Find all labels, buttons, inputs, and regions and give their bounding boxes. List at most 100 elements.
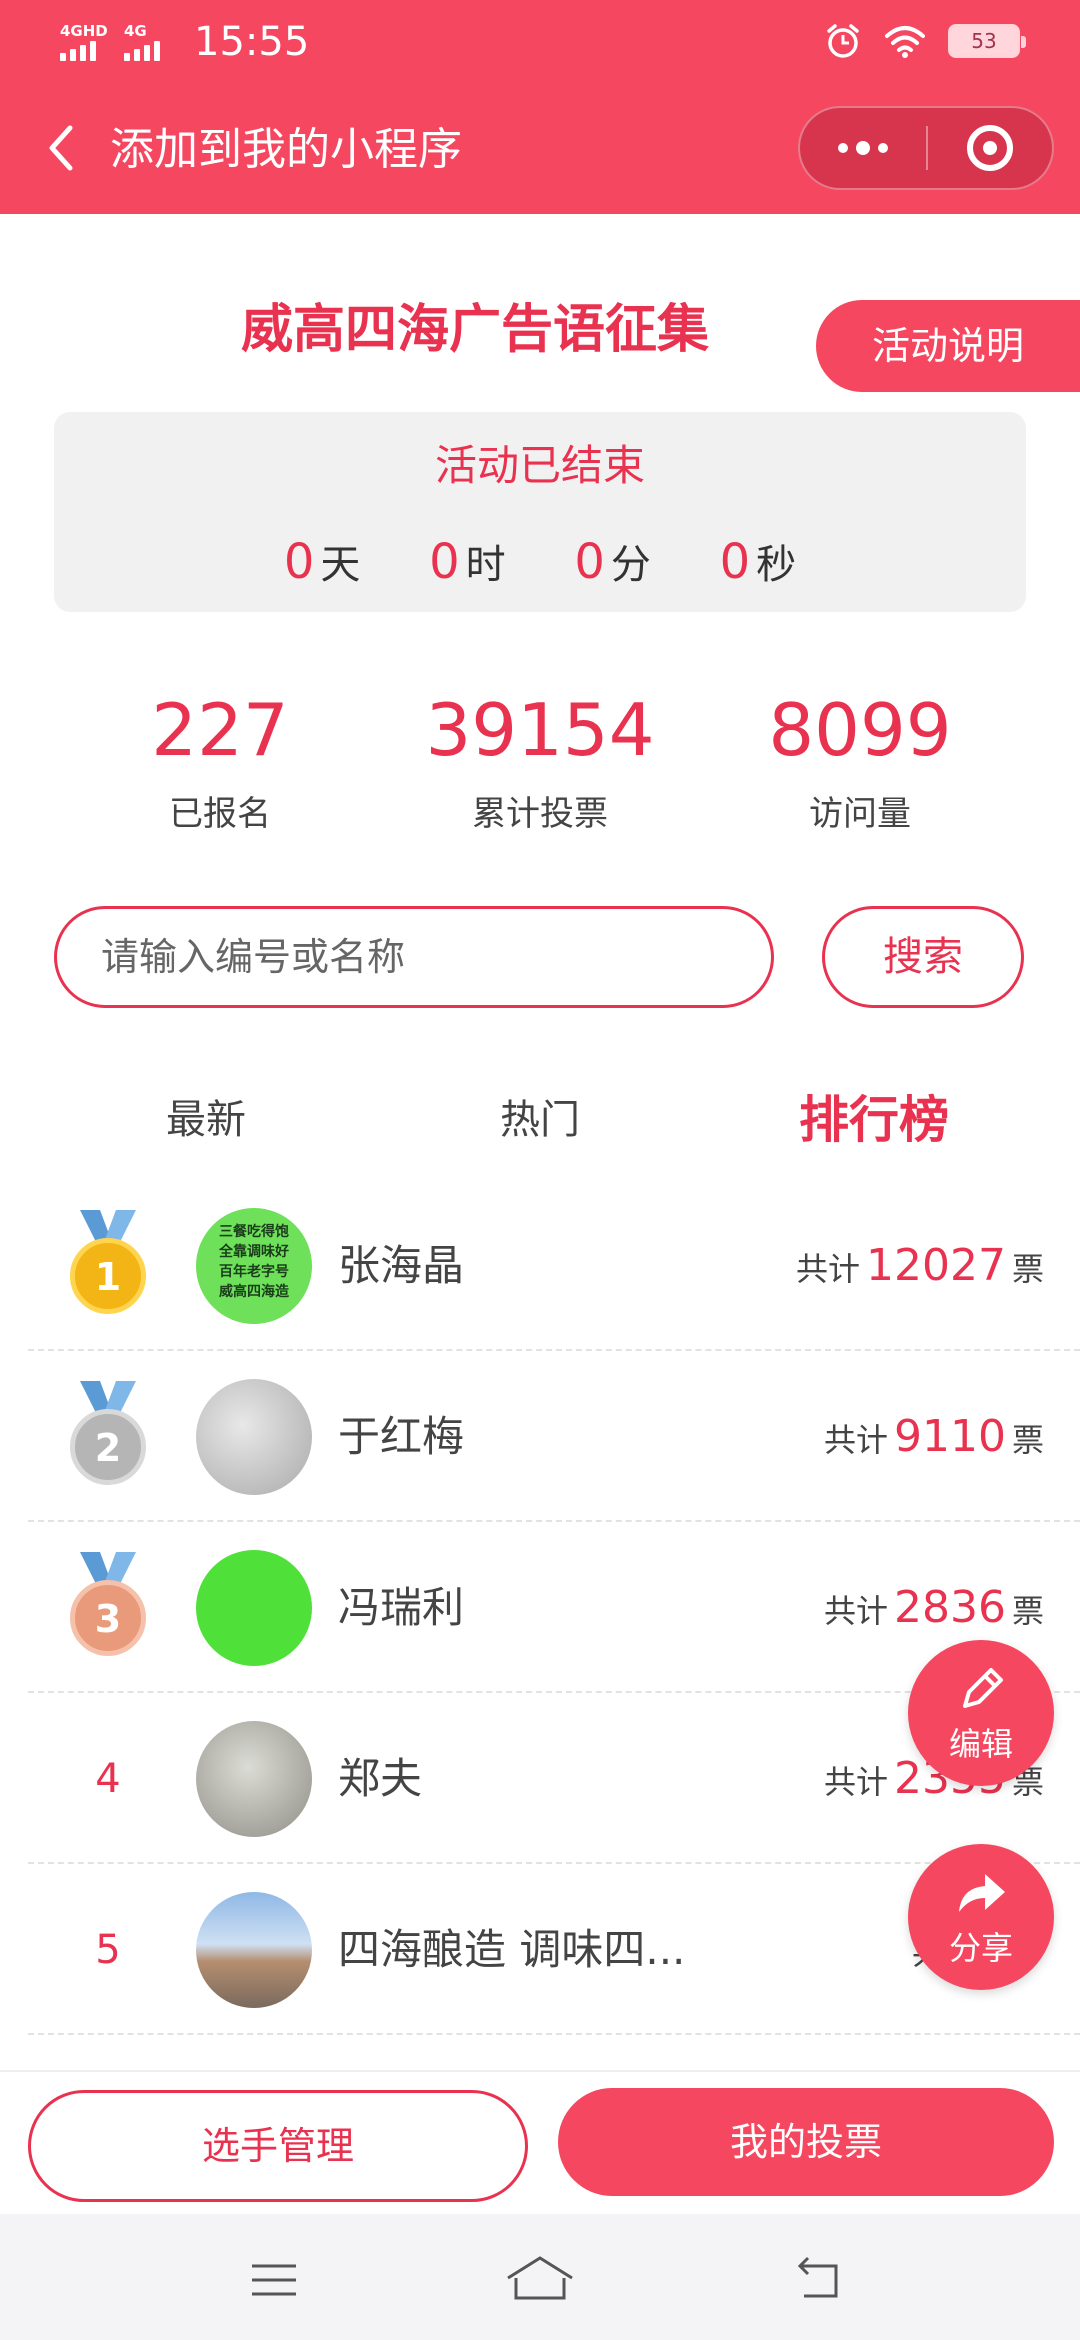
- home-button[interactable]: [500, 2250, 580, 2310]
- stat-label: 已报名: [169, 794, 271, 834]
- network-type-2: 4G: [124, 22, 147, 40]
- silver-medal-icon: 2: [68, 1379, 148, 1489]
- share-label: 分享: [948, 1929, 1013, 1967]
- votes-prefix: 共计: [795, 1250, 860, 1288]
- stat-total-votes: 39154 累计投票: [390, 680, 690, 840]
- search-button[interactable]: 搜索: [822, 906, 1024, 1008]
- return-icon: [797, 2256, 838, 2298]
- back-button[interactable]: [34, 118, 94, 178]
- share-button[interactable]: 分享: [908, 1844, 1054, 1990]
- countdown-value: 0: [283, 534, 315, 590]
- stat-label: 累计投票: [472, 794, 608, 834]
- alarm-icon: [827, 24, 859, 58]
- bronze-medal-icon: 3: [68, 1550, 148, 1660]
- home-icon: [507, 2256, 573, 2300]
- avatar-line: 百年老字号: [219, 1264, 289, 1280]
- player-name: 郑夫: [338, 1754, 423, 1803]
- activity-explain-button[interactable]: 活动说明: [816, 300, 1080, 392]
- signal-bars-icon: [60, 39, 96, 61]
- page-title: 添加到我的小程序: [110, 124, 462, 175]
- signal-indicator-1: 4GHD: [60, 23, 114, 61]
- search-input[interactable]: [54, 906, 774, 1008]
- tab-popular[interactable]: 热门: [390, 1080, 690, 1160]
- countdown-unit: 秒: [756, 542, 797, 588]
- wifi-icon: [885, 26, 925, 58]
- player-manage-button[interactable]: 选手管理: [28, 2090, 528, 2202]
- countdown-value: 0: [574, 534, 605, 590]
- tab-bar: 最新 热门 排行榜: [0, 1080, 1080, 1160]
- rank-number: 4: [95, 1756, 121, 1802]
- dot-icon: [856, 141, 870, 155]
- list-item[interactable]: 1 三餐吃得饱 全靠调味好 百年老字号 威高四海造 张海晶 共计 12027 票: [28, 1180, 1080, 1351]
- edit-button[interactable]: 编辑: [908, 1640, 1054, 1786]
- edit-label: 编辑: [948, 1725, 1013, 1763]
- vote-count: 9110: [894, 1411, 1006, 1462]
- chevron-left-icon: [49, 125, 73, 171]
- avatar[interactable]: 三餐吃得饱 全靠调味好 百年老字号 威高四海造: [196, 1208, 312, 1324]
- vote-total: 共计 9110 票: [824, 1407, 1044, 1470]
- list-item[interactable]: 2 于红梅 共计 9110 票: [28, 1351, 1080, 1522]
- pencil-icon: [963, 1668, 1003, 1708]
- back-nav-button[interactable]: [790, 2250, 870, 2310]
- avatar[interactable]: [196, 1379, 312, 1495]
- signal-indicator-2: 4G: [124, 23, 178, 61]
- list-item[interactable]: 3 冯瑞利 共计 2836 票: [28, 1522, 1080, 1693]
- dot-icon: [838, 143, 848, 153]
- avatar-line: 三餐吃得饱: [219, 1224, 289, 1240]
- status-right: 53: [824, 22, 1026, 60]
- avatar[interactable]: [196, 1892, 312, 2008]
- countdown-seconds: 0秒: [720, 534, 797, 593]
- stat-value: 227: [151, 688, 289, 772]
- stat-visits: 8099 访问量: [710, 680, 1010, 840]
- rank-number: 5: [95, 1927, 121, 1973]
- vote-total: 共计 2836 票: [824, 1578, 1044, 1641]
- avatar[interactable]: [196, 1721, 312, 1837]
- countdown-value: 0: [719, 534, 751, 590]
- votes-prefix: 共计: [823, 1421, 888, 1459]
- countdown-hours: 0时: [429, 534, 506, 593]
- avatar-text: 三餐吃得饱 全靠调味好 百年老字号 威高四海造: [196, 1222, 312, 1302]
- tab-leaderboard[interactable]: 排行榜: [724, 1080, 1024, 1160]
- stat-registered: 227 已报名: [70, 680, 370, 840]
- close-miniprogram-button[interactable]: [928, 106, 1052, 190]
- player-name: 四海酿造 调味四...: [338, 1925, 686, 1974]
- stat-label: 访问量: [809, 794, 911, 834]
- votes-suffix: 票: [1011, 1592, 1044, 1630]
- stat-value: 8099: [768, 688, 952, 772]
- votes-prefix: 共计: [823, 1763, 888, 1801]
- signal-bars-icon: [124, 39, 160, 61]
- menu-button[interactable]: [244, 2250, 324, 2310]
- countdown-value: 0: [429, 534, 460, 590]
- player-name: 张海晶: [338, 1241, 465, 1290]
- avatar-line: 威高四海造: [219, 1284, 289, 1300]
- countdown-minutes: 0分: [574, 534, 651, 593]
- share-arrow-icon: [959, 1874, 1005, 1912]
- status-bar: 4GHD 4G 15:55 53: [0, 0, 1080, 84]
- clock: 15:55: [194, 19, 310, 65]
- network-type-1: 4GHD: [60, 22, 108, 40]
- rank-number: 2: [70, 1409, 146, 1485]
- system-nav-bar: [0, 2214, 1080, 2340]
- countdown-unit: 分: [610, 542, 651, 588]
- countdown-unit: 时: [465, 542, 506, 588]
- nav-bar: 添加到我的小程序: [0, 84, 1080, 214]
- avatar-line: 全靠调味好: [219, 1244, 289, 1260]
- vote-count: 12027: [866, 1240, 1006, 1291]
- rank-number: 3: [70, 1580, 146, 1656]
- rank-number: 1: [70, 1238, 146, 1314]
- bottom-action-bar: 选手管理 我的投票: [0, 2070, 1080, 2214]
- tab-latest[interactable]: 最新: [56, 1080, 356, 1160]
- more-button[interactable]: [800, 106, 926, 190]
- stats-panel: 227 已报名 39154 累计投票 8099 访问量: [0, 680, 1080, 850]
- avatar[interactable]: [196, 1550, 312, 1666]
- votes-prefix: 共计: [823, 1592, 888, 1630]
- vote-total: 共计 12027 票: [796, 1236, 1044, 1299]
- countdown-days: 0天: [284, 534, 361, 593]
- countdown-panel: 活动已结束 0天 0时 0分 0秒: [54, 412, 1026, 612]
- player-name: 于红梅: [338, 1412, 465, 1461]
- gold-medal-icon: 1: [68, 1208, 148, 1318]
- my-votes-button[interactable]: 我的投票: [558, 2088, 1054, 2196]
- stat-value: 39154: [425, 688, 655, 772]
- vote-count: 2836: [894, 1582, 1006, 1633]
- target-icon: [966, 125, 1013, 171]
